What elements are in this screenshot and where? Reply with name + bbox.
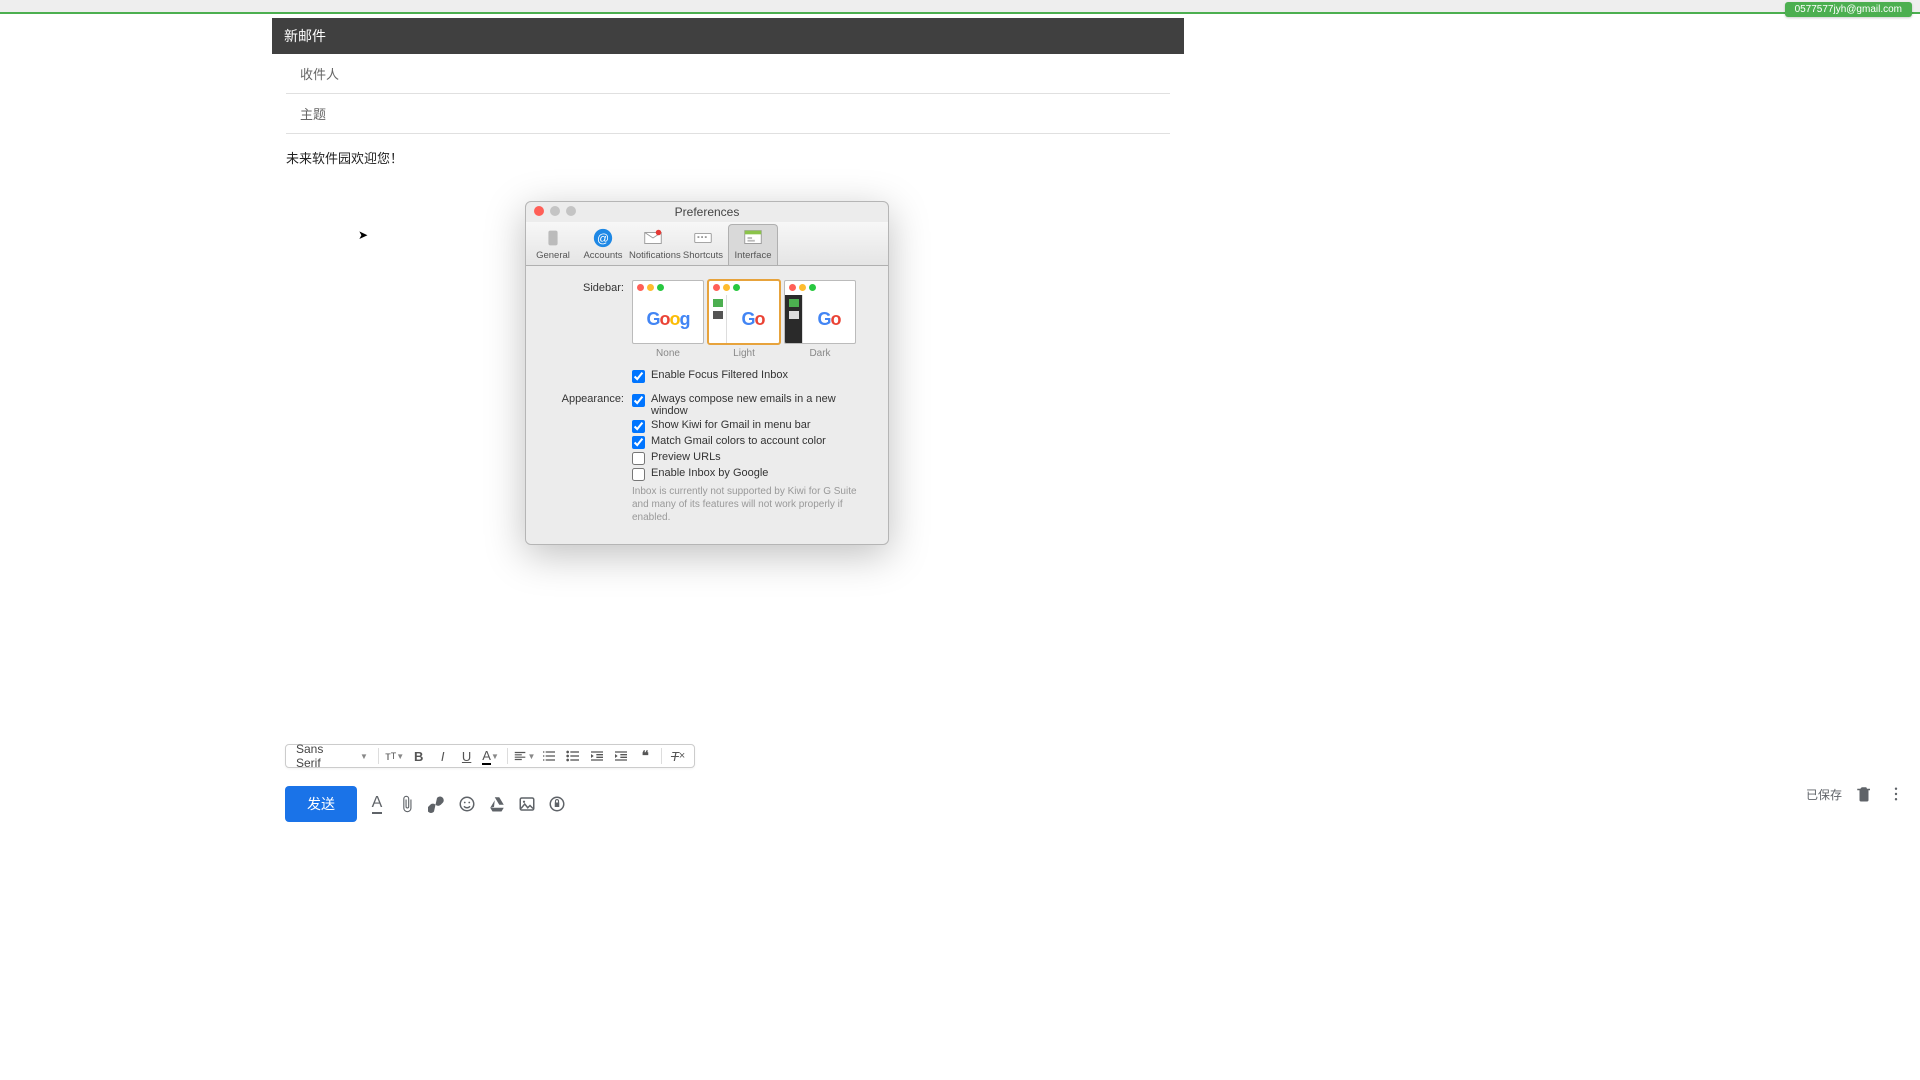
window-chrome [0, 0, 1920, 12]
bullet-list-button[interactable] [563, 745, 583, 767]
sidebar-option-light[interactable]: Go Light [708, 280, 780, 359]
zoom-icon [566, 206, 576, 216]
chevron-down-icon: ▼ [396, 752, 404, 761]
underline-button[interactable]: U [457, 745, 477, 767]
tab-label: Interface [735, 250, 772, 261]
checkbox-enable-inbox[interactable]: Enable Inbox by Google [632, 467, 870, 481]
font-size-button[interactable]: тT▼ [385, 745, 405, 767]
mouse-cursor: ➤ [358, 228, 368, 242]
recipients-field[interactable]: 收件人 [286, 54, 1170, 94]
tab-shortcuts[interactable]: Shortcuts [678, 224, 728, 265]
compose-actions: 发送 A [285, 784, 1185, 824]
tab-label: Accounts [583, 250, 622, 261]
checkbox-menubar[interactable]: Show Kiwi for Gmail in menu bar [632, 419, 870, 433]
minimize-icon [550, 206, 560, 216]
send-button[interactable]: 发送 [285, 786, 357, 822]
app-icon [542, 227, 564, 249]
drive-icon[interactable] [487, 794, 507, 814]
more-icon[interactable] [1886, 784, 1906, 804]
text-color-button[interactable]: A▼ [481, 745, 501, 767]
tab-general[interactable]: General [528, 224, 578, 265]
tab-notifications[interactable]: Notifications [628, 224, 678, 265]
tab-label: General [536, 250, 570, 261]
checkbox-new-window[interactable]: Always compose new emails in a new windo… [632, 393, 870, 417]
tab-accounts[interactable]: @ Accounts [578, 224, 628, 265]
chevron-down-icon: ▼ [528, 752, 536, 761]
indent-less-button[interactable] [587, 745, 607, 767]
discard-icon[interactable] [1854, 784, 1874, 804]
checkbox-input[interactable] [632, 394, 645, 407]
image-icon[interactable] [517, 794, 537, 814]
font-family-label: Sans Serif [296, 742, 344, 770]
checkbox-preview-urls[interactable]: Preview URLs [632, 451, 870, 465]
preferences-titlebar[interactable]: Preferences [526, 202, 888, 222]
quote-button[interactable]: ❝ [635, 745, 655, 767]
interface-icon [742, 227, 764, 249]
text-format-icon[interactable]: A [367, 794, 387, 814]
clear-format-button[interactable]: T× [668, 745, 688, 767]
sidebar-label: Sidebar: [544, 280, 632, 385]
preferences-window: Preferences General @ Accounts Notificat… [525, 201, 889, 545]
checkbox-input[interactable] [632, 468, 645, 481]
at-icon: @ [592, 227, 614, 249]
checkbox-label: Always compose new emails in a new windo… [651, 393, 870, 417]
checkbox-label: Enable Inbox by Google [651, 467, 768, 479]
preferences-title: Preferences [526, 202, 888, 219]
subject-field[interactable]: 主题 [286, 94, 1170, 134]
compose-right-actions: 已保存 [1806, 784, 1906, 804]
saved-label: 已保存 [1806, 786, 1842, 803]
option-label: Light [708, 348, 780, 359]
close-icon[interactable] [534, 206, 544, 216]
compose-title: 新邮件 [272, 18, 1184, 54]
chevron-down-icon: ▼ [360, 752, 368, 761]
tab-label: Notifications [629, 250, 681, 261]
checkbox-input[interactable] [632, 452, 645, 465]
checkbox-enable-focus[interactable]: Enable Focus Filtered Inbox [632, 369, 870, 383]
separator [507, 748, 508, 764]
checkbox-input[interactable] [632, 436, 645, 449]
checkbox-input[interactable] [632, 370, 645, 383]
align-button[interactable]: ▼ [513, 745, 535, 767]
account-badge[interactable]: 0577577jyh@gmail.com [1785, 2, 1912, 17]
svg-text:@: @ [597, 232, 609, 246]
checkbox-input[interactable] [632, 420, 645, 433]
font-family-select[interactable]: Sans Serif ▼ [292, 742, 372, 770]
window-traffic-lights[interactable] [534, 206, 576, 216]
sidebar-option-none[interactable]: Goog None [632, 280, 704, 359]
attach-icon[interactable] [397, 794, 417, 814]
checkbox-label: Show Kiwi for Gmail in menu bar [651, 419, 811, 431]
preferences-body: Sidebar: Goog None [526, 266, 888, 544]
confidential-icon[interactable] [547, 794, 567, 814]
accent-line [0, 12, 1920, 14]
checkbox-label: Match Gmail colors to account color [651, 435, 826, 447]
numbered-list-button[interactable] [539, 745, 559, 767]
bold-button[interactable]: B [409, 745, 429, 767]
chevron-down-icon: ▼ [491, 752, 499, 761]
mail-icon [642, 227, 664, 249]
indent-more-button[interactable] [611, 745, 631, 767]
separator [661, 748, 662, 764]
helper-text: Inbox is currently not supported by Kiwi… [632, 485, 870, 524]
italic-button[interactable]: I [433, 745, 453, 767]
tab-label: Shortcuts [683, 250, 723, 261]
option-label: None [632, 348, 704, 359]
sidebar-style-options: Goog None Go Light [632, 280, 870, 359]
separator [378, 748, 379, 764]
option-label: Dark [784, 348, 856, 359]
preferences-tabs: General @ Accounts Notifications Shortcu… [526, 222, 888, 266]
checkbox-match-colors[interactable]: Match Gmail colors to account color [632, 435, 870, 449]
compose-body[interactable]: 未来软件园欢迎您！ [272, 134, 1184, 181]
link-icon[interactable] [427, 794, 447, 814]
emoji-icon[interactable] [457, 794, 477, 814]
format-toolbar: Sans Serif ▼ тT▼ B I U A▼ ▼ ❝ T× [285, 744, 695, 768]
keyboard-icon [692, 227, 714, 249]
tab-interface[interactable]: Interface [728, 224, 778, 265]
appearance-label: Appearance: [544, 391, 632, 524]
sidebar-option-dark[interactable]: Go Dark [784, 280, 856, 359]
checkbox-label: Enable Focus Filtered Inbox [651, 369, 788, 381]
checkbox-label: Preview URLs [651, 451, 721, 463]
